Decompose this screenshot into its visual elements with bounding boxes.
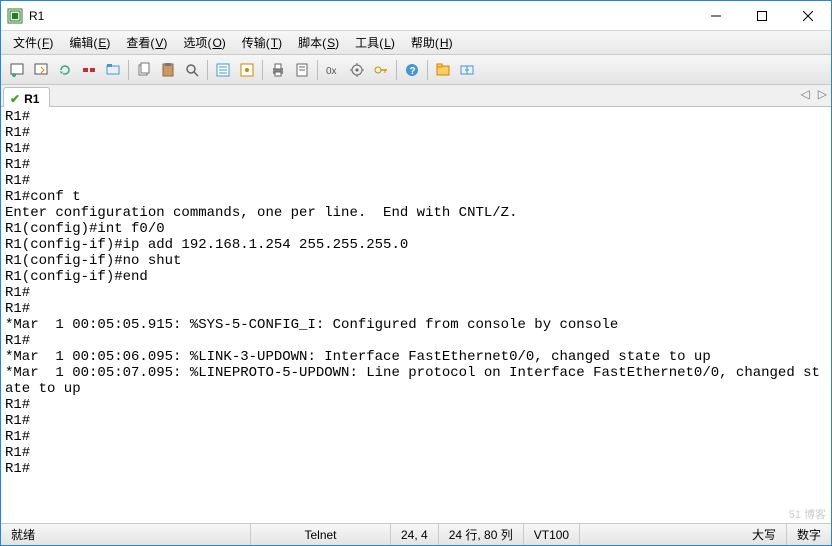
toolbar: 0x ? — [1, 55, 831, 85]
minimize-button[interactable] — [693, 1, 739, 30]
menu-script[interactable]: 脚本(S) — [290, 32, 347, 53]
properties-icon[interactable] — [212, 59, 234, 81]
check-icon: ✔ — [10, 92, 20, 106]
copy-icon[interactable] — [133, 59, 155, 81]
hex-icon[interactable]: 0x — [322, 59, 344, 81]
connect-icon[interactable] — [6, 59, 28, 81]
transfer-icon[interactable] — [456, 59, 478, 81]
print-icon[interactable] — [267, 59, 289, 81]
separator-icon — [396, 60, 397, 80]
menu-help[interactable]: 帮助(H) — [403, 32, 461, 53]
app-icon — [7, 8, 23, 24]
status-protocol: Telnet — [251, 524, 391, 545]
tab-bar: ✔ R1 ◁ ▷ — [1, 85, 831, 107]
tab-icon[interactable] — [102, 59, 124, 81]
help-icon[interactable]: ? — [401, 59, 423, 81]
title-bar: R1 — [1, 1, 831, 31]
find-icon[interactable] — [181, 59, 203, 81]
status-bar: 就绪 Telnet 24, 4 24 行, 80 列 VT100 大写 数字 — [1, 523, 831, 545]
window-controls — [693, 1, 831, 30]
disconnect-icon[interactable] — [78, 59, 100, 81]
status-dimensions: 24 行, 80 列 — [439, 524, 524, 545]
svg-text:?: ? — [410, 66, 416, 77]
files-icon[interactable] — [432, 59, 454, 81]
session-options-icon[interactable] — [236, 59, 258, 81]
log-icon[interactable] — [291, 59, 313, 81]
status-emulation: VT100 — [524, 524, 580, 545]
menu-transfer[interactable]: 传输(T) — [234, 32, 290, 53]
tab-scroll: ◁ ▷ — [801, 87, 827, 101]
status-spacer — [580, 524, 742, 545]
reconnect-icon[interactable] — [54, 59, 76, 81]
menu-view[interactable]: 查看(V) — [118, 32, 175, 53]
menu-bar: 文件(F) 编辑(E) 查看(V) 选项(O) 传输(T) 脚本(S) 工具(L… — [1, 31, 831, 55]
key-icon[interactable] — [370, 59, 392, 81]
terminal-output[interactable]: R1# R1# R1# R1# R1# R1#conf t Enter conf… — [1, 107, 831, 523]
tab-prev-icon[interactable]: ◁ — [801, 87, 810, 101]
status-cursor: 24, 4 — [391, 524, 439, 545]
window-title: R1 — [29, 9, 693, 23]
menu-tools[interactable]: 工具(L) — [347, 32, 403, 53]
quick-connect-icon[interactable] — [30, 59, 52, 81]
menu-edit[interactable]: 编辑(E) — [61, 32, 118, 53]
settings-icon[interactable] — [346, 59, 368, 81]
menu-file[interactable]: 文件(F) — [5, 32, 61, 53]
separator-icon — [317, 60, 318, 80]
close-button[interactable] — [785, 1, 831, 30]
menu-options[interactable]: 选项(O) — [175, 32, 233, 53]
status-num: 数字 — [787, 524, 831, 545]
separator-icon — [128, 60, 129, 80]
paste-icon[interactable] — [157, 59, 179, 81]
session-tab[interactable]: ✔ R1 — [3, 87, 50, 107]
tab-next-icon[interactable]: ▷ — [818, 87, 827, 101]
status-ready: 就绪 — [1, 524, 251, 545]
tab-label: R1 — [24, 92, 39, 106]
maximize-button[interactable] — [739, 1, 785, 30]
separator-icon — [207, 60, 208, 80]
separator-icon — [262, 60, 263, 80]
app-window: R1 文件(F) 编辑(E) 查看(V) 选项(O) 传输(T) 脚本(S) 工… — [0, 0, 832, 546]
separator-icon — [427, 60, 428, 80]
svg-text:0x: 0x — [326, 66, 337, 77]
status-caps: 大写 — [742, 524, 787, 545]
